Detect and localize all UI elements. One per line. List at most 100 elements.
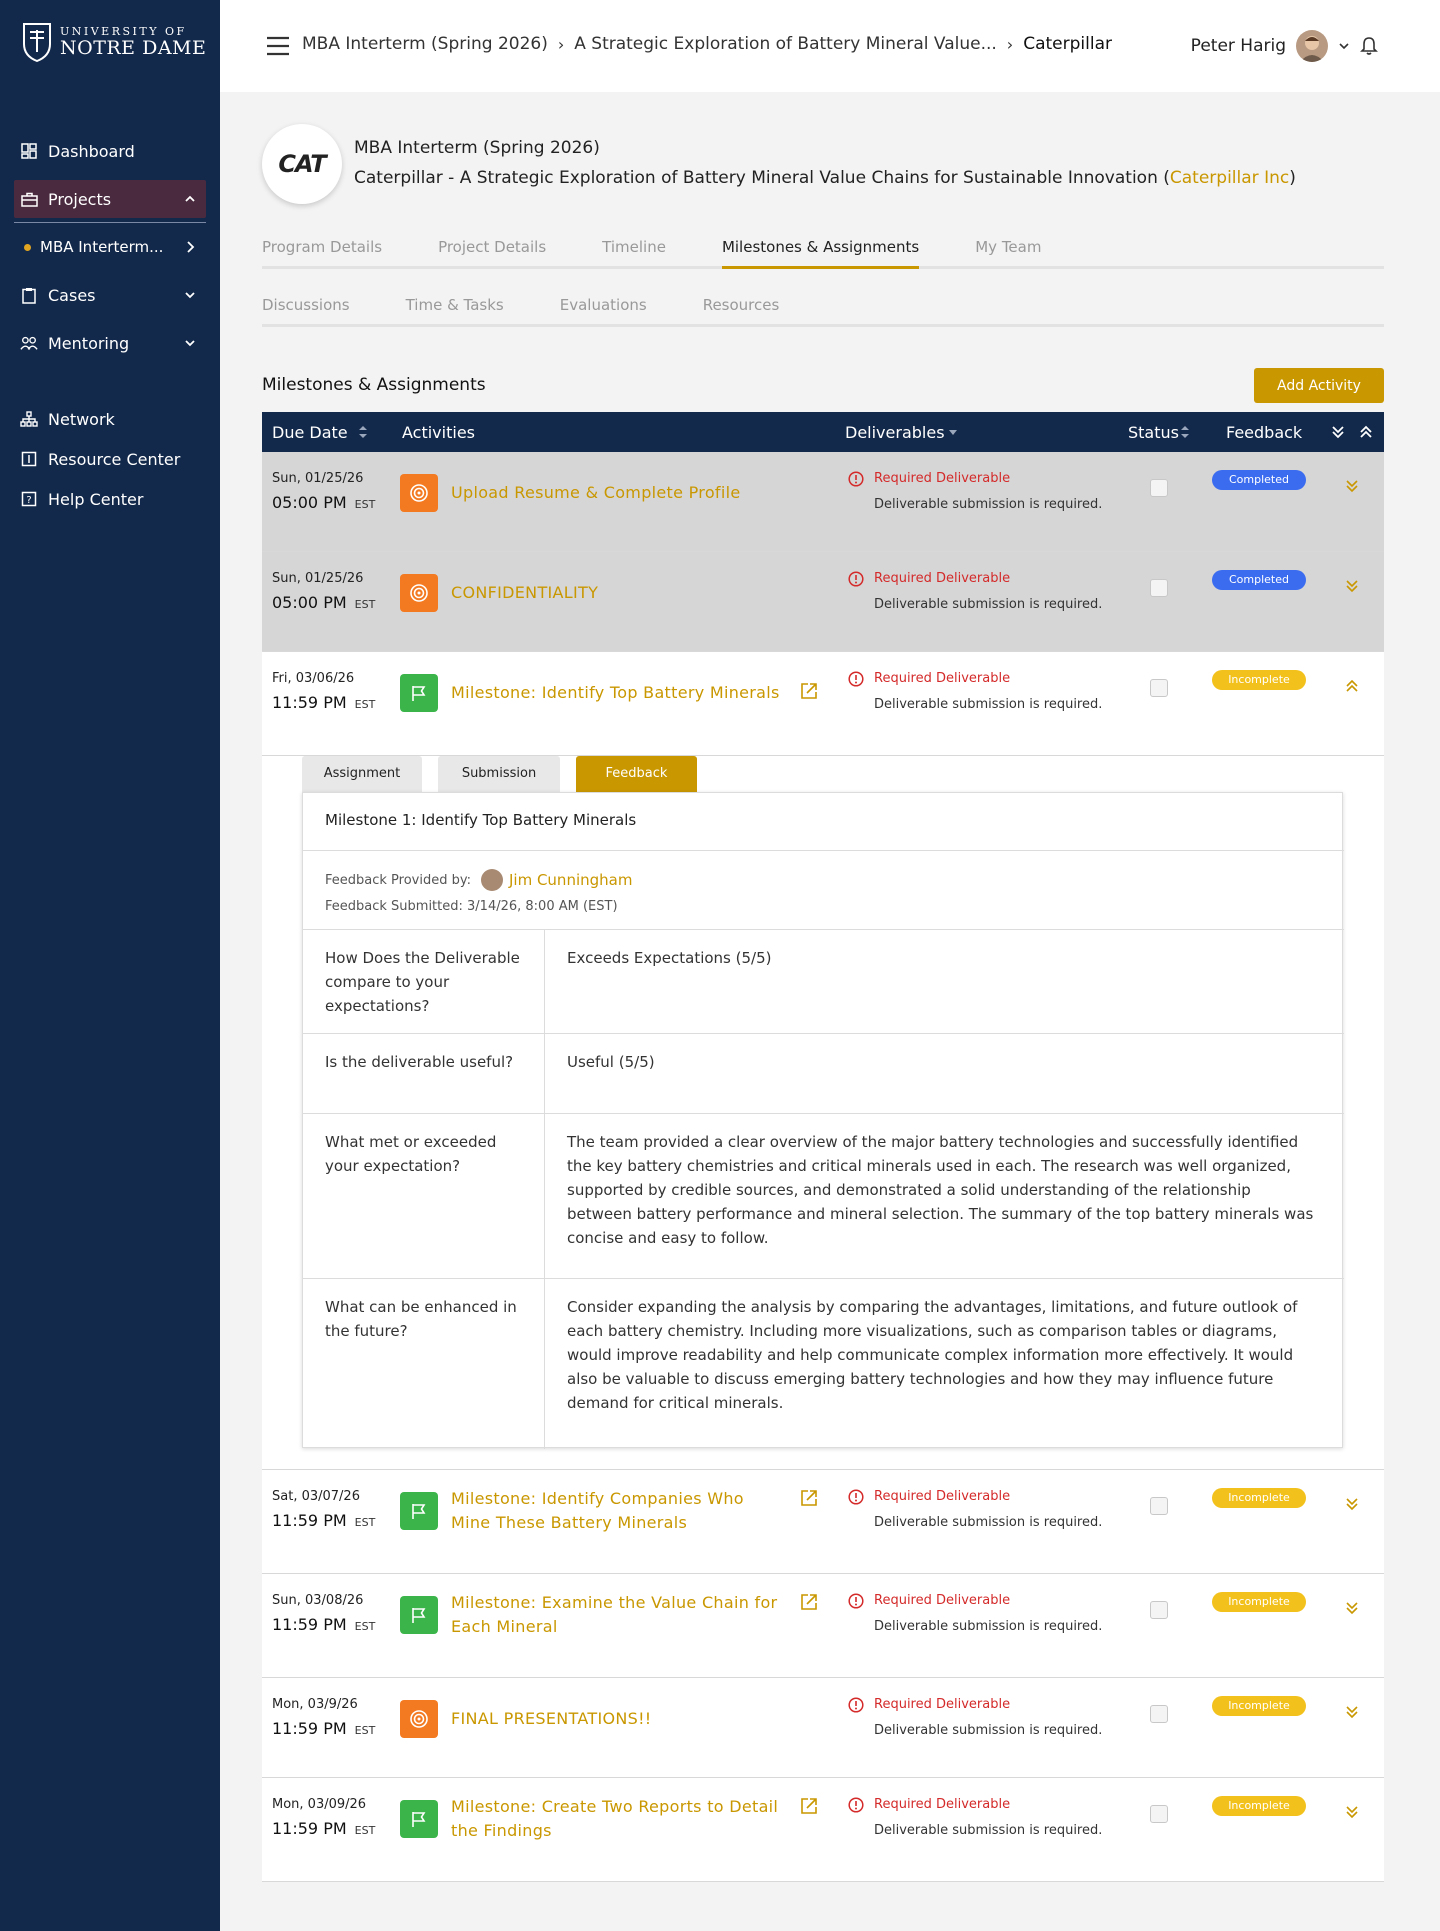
table-row[interactable]: Fri, 03/06/26 11:59 PM EST Milestone: Ide… — [262, 652, 1384, 756]
add-activity-button[interactable]: Add Activity — [1254, 368, 1384, 403]
expand-all-icon[interactable] — [1330, 424, 1346, 440]
activity-title[interactable]: CONFIDENTIALITY — [451, 581, 781, 605]
activity-title[interactable]: Upload Resume & Complete Profile — [451, 481, 781, 505]
flag-icon — [400, 1596, 438, 1634]
external-link-icon[interactable] — [800, 1593, 818, 1611]
expand-icon[interactable] — [1344, 478, 1360, 494]
tab-time-tasks[interactable]: Time & Tasks — [406, 296, 504, 324]
sidebar-item-projects[interactable]: Projects — [14, 180, 206, 218]
sidebar-item-cases[interactable]: Cases — [14, 276, 206, 314]
sidebar-item-mba-interterm[interactable]: MBA Interterm... — [14, 228, 206, 266]
timezone: EST — [354, 1620, 376, 1633]
sidebar-item-mentoring[interactable]: Mentoring — [14, 324, 206, 362]
sidebar-item-network[interactable]: Network — [14, 400, 206, 438]
table-header: Due Date Activities Deliverables Status … — [262, 412, 1384, 452]
chevron-up-icon — [185, 195, 195, 202]
expand-icon[interactable] — [1344, 1496, 1360, 1512]
help-icon: ? — [20, 490, 38, 508]
briefcase-icon — [20, 190, 38, 208]
expand-icon[interactable] — [1344, 578, 1360, 594]
user-menu[interactable]: Peter Harig — [1191, 30, 1350, 62]
tab-program-details[interactable]: Program Details — [262, 238, 382, 266]
avatar — [480, 869, 503, 891]
col-status[interactable]: Status — [1128, 423, 1179, 442]
chevron-right-icon: › — [557, 34, 565, 54]
breadcrumb-project[interactable]: A Strategic Exploration of Battery Miner… — [574, 34, 997, 54]
col-activities: Activities — [402, 423, 475, 442]
project-header: CAT MBA Interterm (Spring 2026) Caterpil… — [262, 124, 1386, 204]
external-link-icon[interactable] — [800, 1489, 818, 1507]
status-checkbox[interactable] — [1150, 1601, 1168, 1619]
tab-evaluations[interactable]: Evaluations — [560, 296, 647, 324]
tab-submission[interactable]: Submission — [438, 756, 560, 792]
tab-discussions[interactable]: Discussions — [262, 296, 350, 324]
external-link-icon[interactable] — [800, 682, 818, 700]
tab-project-details[interactable]: Project Details — [438, 238, 546, 266]
tab-feedback[interactable]: Feedback — [576, 756, 697, 792]
divider — [303, 929, 1344, 930]
divider — [14, 222, 206, 223]
sidebar-item-label: Projects — [48, 189, 112, 209]
tab-timeline[interactable]: Timeline — [602, 238, 666, 266]
deliverable-required: Required Deliverable — [874, 1489, 1011, 1504]
time: 05:00 PM — [272, 493, 347, 512]
sidebar-item-resource-center[interactable]: Resource Center — [14, 440, 206, 478]
expand-icon[interactable] — [1344, 1600, 1360, 1616]
sidebar-item-help-center[interactable]: ? Help Center — [14, 480, 206, 518]
flag-icon — [400, 1492, 438, 1530]
status-checkbox[interactable] — [1150, 479, 1168, 497]
collapse-all-icon[interactable] — [1358, 424, 1374, 440]
tab-my-team[interactable]: My Team — [975, 238, 1041, 266]
status-checkbox[interactable] — [1150, 1705, 1168, 1723]
tab-milestones-assignments[interactable]: Milestones & Assignments — [721, 238, 920, 269]
question: How Does the Deliverable compare to your… — [325, 949, 520, 1015]
notre-dame-logo[interactable]: UNIVERSITY OF NOTRE DAME — [22, 22, 206, 62]
table-row[interactable]: Sun, 01/25/26 05:00 PM EST Upload Resume … — [262, 452, 1384, 552]
time: 11:59 PM — [272, 1615, 347, 1634]
book-icon — [20, 450, 38, 468]
company-link[interactable]: Caterpillar Inc — [1170, 168, 1289, 188]
status-checkbox[interactable] — [1150, 1497, 1168, 1515]
tab-resources[interactable]: Resources — [703, 296, 780, 324]
expand-icon[interactable] — [1344, 1704, 1360, 1720]
feedback-submitted: Feedback Submitted: 3/14/26, 8:00 AM (ES… — [325, 899, 618, 914]
sidebar-item-dashboard[interactable]: Dashboard — [14, 132, 206, 170]
col-deliverables[interactable]: Deliverables — [845, 423, 945, 442]
table-row[interactable]: Mon, 03/9/26 11:59 PM EST FINAL PRESENTAT… — [262, 1678, 1384, 1778]
active-dot — [24, 243, 31, 251]
divider — [303, 1278, 1344, 1279]
activity-title[interactable]: FINAL PRESENTATIONS!! — [451, 1707, 781, 1731]
menu-icon[interactable] — [266, 36, 290, 56]
deliverable-required: Required Deliverable — [874, 1593, 1011, 1608]
timezone: EST — [354, 1724, 376, 1737]
divider — [303, 1113, 1344, 1114]
sort-icon[interactable] — [358, 424, 368, 440]
due-date: Mon, 03/09/26 — [272, 1797, 367, 1812]
status-checkbox[interactable] — [1150, 1805, 1168, 1823]
activity-title[interactable]: Milestone: Examine the Value Chain for E… — [451, 1591, 781, 1639]
sort-icon[interactable] — [1180, 424, 1190, 440]
breadcrumb-program[interactable]: MBA Interterm (Spring 2026) — [302, 34, 548, 54]
activity-title[interactable]: Milestone: Identify Top Battery Minerals — [451, 681, 781, 705]
provider-name[interactable]: Jim Cunningham — [509, 871, 632, 889]
chevron-right-icon — [187, 241, 195, 253]
caret-down-icon[interactable] — [948, 429, 958, 437]
activity-title[interactable]: Milestone: Create Two Reports to Detail … — [451, 1795, 781, 1843]
table-row[interactable]: Sun, 03/08/26 11:59 PM EST Milestone: Exa… — [262, 1574, 1384, 1678]
external-link-icon[interactable] — [800, 1797, 818, 1815]
col-due-date[interactable]: Due Date — [272, 423, 348, 442]
time: 11:59 PM — [272, 693, 347, 712]
status-checkbox[interactable] — [1150, 579, 1168, 597]
status-checkbox[interactable] — [1150, 679, 1168, 697]
activity-title[interactable]: Milestone: Identify Companies Who Mine T… — [451, 1487, 781, 1535]
table-row[interactable]: Sat, 03/07/26 11:59 PM EST Milestone: Ide… — [262, 1470, 1384, 1574]
logo-line1: UNIVERSITY OF — [60, 25, 187, 38]
bell-icon[interactable] — [1360, 36, 1378, 56]
table-row[interactable]: Mon, 03/09/26 11:59 PM EST Milestone: Cre… — [262, 1778, 1384, 1882]
expand-icon[interactable] — [1344, 1804, 1360, 1820]
tab-assignment[interactable]: Assignment — [302, 756, 422, 792]
table-row[interactable]: Sun, 01/25/26 05:00 PM EST CONFIDENTIALIT… — [262, 552, 1384, 652]
collapse-icon[interactable] — [1344, 678, 1360, 694]
sidebar-item-label: Mentoring — [48, 333, 130, 353]
due-time: 05:00 PM EST — [272, 493, 375, 512]
